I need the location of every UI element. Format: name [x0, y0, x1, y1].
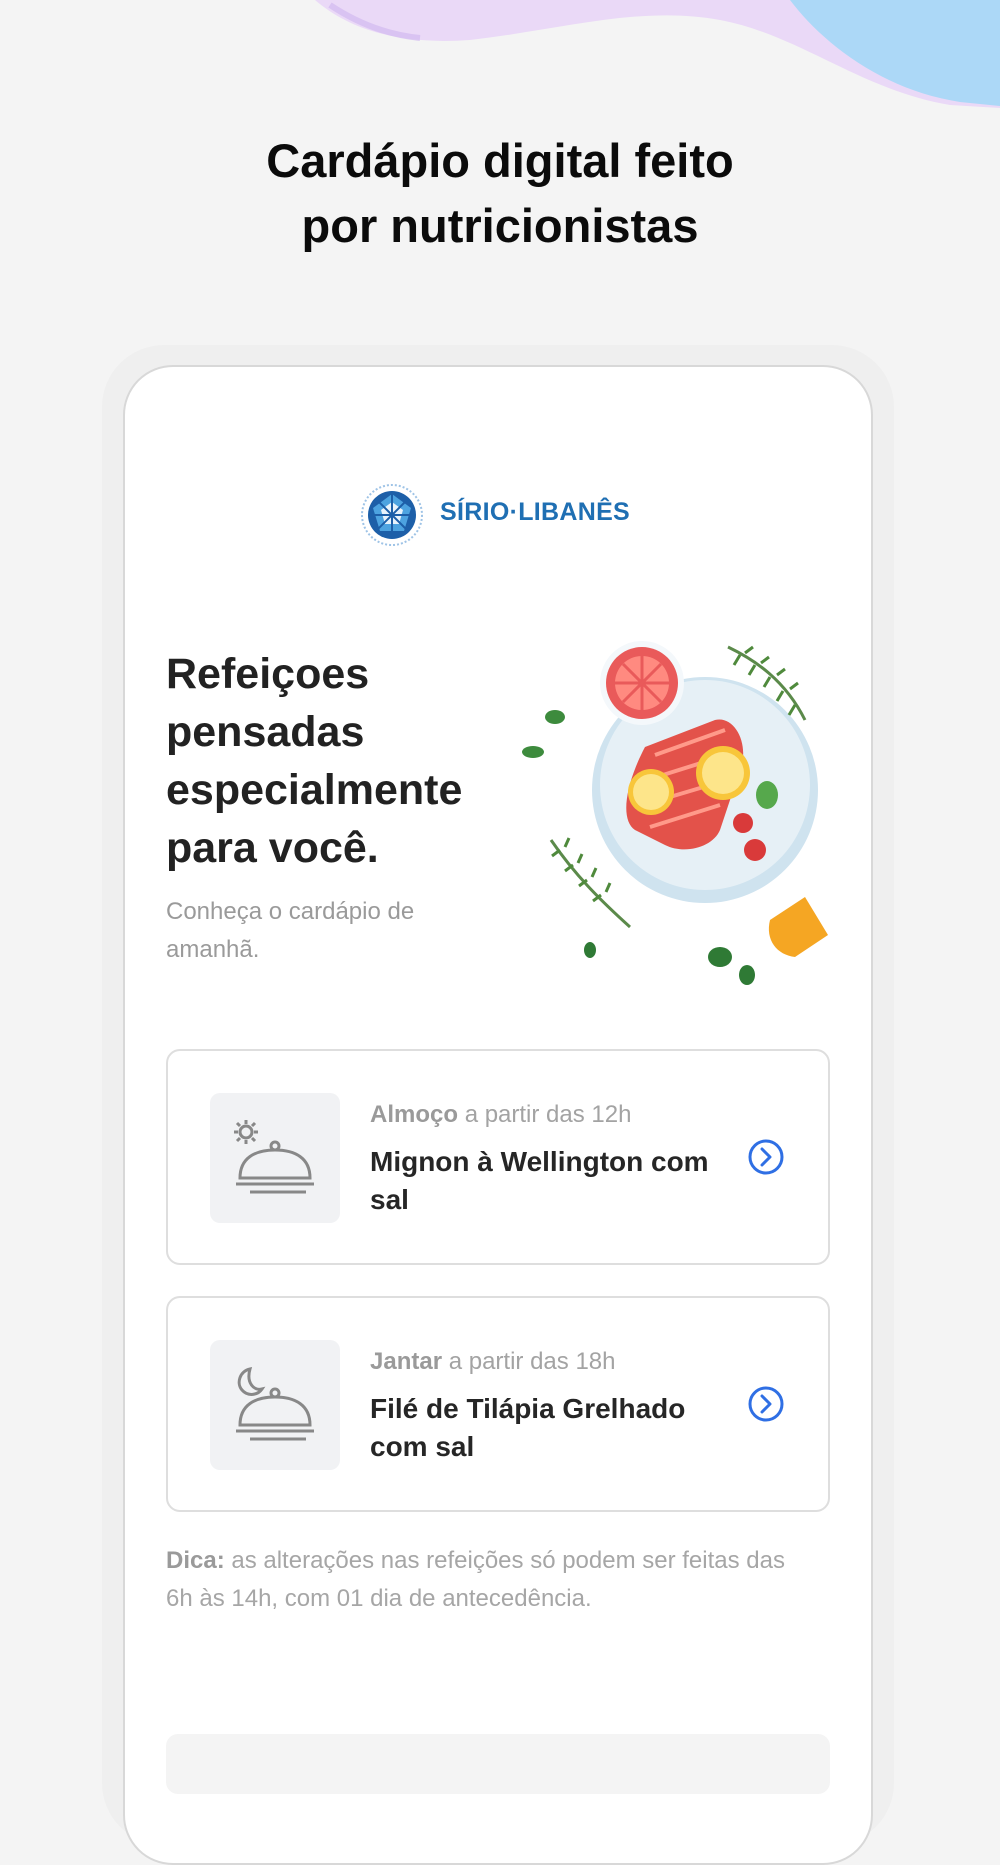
tip-label: Dica: — [166, 1547, 225, 1574]
meal-time-text: a partir das 18h — [448, 1348, 616, 1375]
moon-cloche-icon — [236, 1367, 314, 1441]
bottom-panel — [166, 1734, 830, 1794]
tip-text: Dica: as alterações nas refeições só pod… — [166, 1542, 806, 1618]
promo-title: Cardápio digital feito por nutricionista… — [0, 128, 1000, 258]
salmon-plate-illustration — [522, 641, 828, 985]
promo-title-line2: por nutricionistas — [301, 199, 699, 252]
meal-label: Almoço — [370, 1101, 459, 1128]
chevron-right-circle-icon[interactable] — [746, 1384, 786, 1424]
sun-cloche-icon — [234, 1120, 314, 1194]
meal-time-text: a partir das 12h — [464, 1101, 632, 1128]
meal-icon-box — [210, 1340, 340, 1470]
hero-subtext: Conheça o cardápio de amanhã. — [166, 898, 415, 963]
brand-name: SÍRIO·LIBANÊS — [440, 498, 631, 526]
decorative-blob — [315, 0, 1000, 108]
tip-body: as alterações nas refeições só podem ser… — [166, 1547, 785, 1612]
promo-title-line1: Cardápio digital feito — [266, 134, 734, 187]
meal-dish-name: Filé de Tilápia Grelhado com sal — [370, 1393, 686, 1462]
meal-icon-box — [210, 1093, 340, 1223]
meal-card-lunch[interactable]: Almoço a partir das 12h Mignon à Welling… — [166, 1049, 830, 1265]
chevron-right-circle-icon[interactable] — [746, 1137, 786, 1177]
meal-time: Jantar a partir das 18h — [370, 1348, 616, 1376]
meal-time: Almoço a partir das 12h — [370, 1101, 631, 1129]
meal-label: Jantar — [370, 1348, 443, 1375]
meal-dish-name: Mignon à Wellington com sal — [370, 1146, 709, 1215]
meal-card-dinner[interactable]: Jantar a partir das 18h Filé de Tilápia … — [166, 1296, 830, 1512]
hero-heading: Refeiçoes pensadas especialmente para vo… — [166, 650, 463, 872]
